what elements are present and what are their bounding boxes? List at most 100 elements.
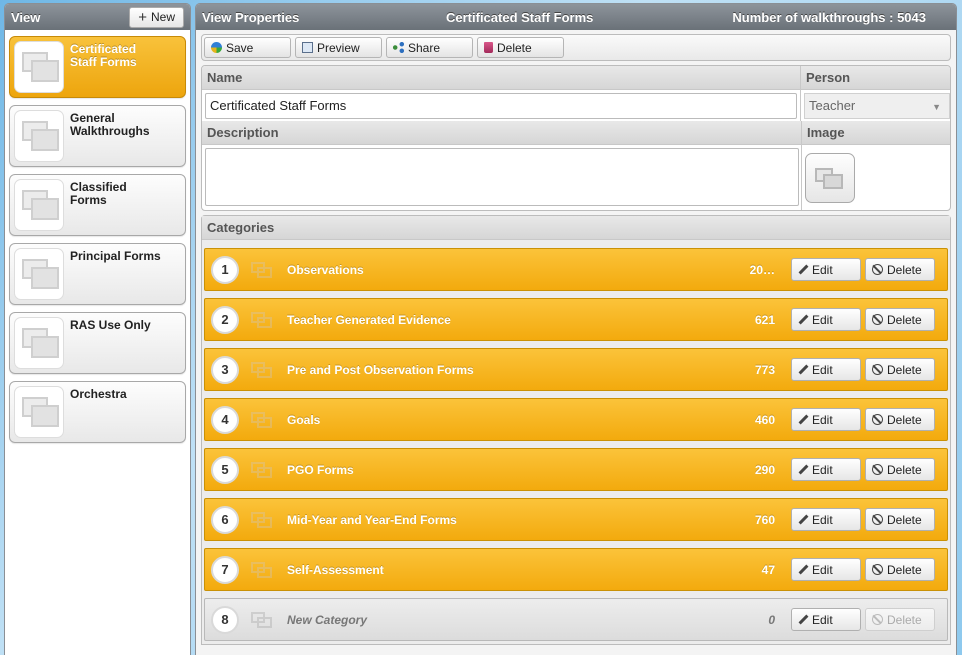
toolbar: Save Preview Share Delete — [201, 34, 951, 61]
edit-category-button[interactable]: Edit — [791, 308, 861, 331]
person-select[interactable]: Teacher ▼ — [804, 92, 950, 119]
categories-section: Categories 1 Observations 20… Edit Delete 2 Te… — [201, 215, 951, 645]
view-item[interactable]: Classified Forms — [9, 174, 186, 236]
ban-icon — [872, 464, 883, 475]
trash-icon — [484, 42, 493, 53]
category-name: Observations — [287, 262, 364, 277]
pencil-icon — [798, 415, 808, 425]
delete-category-button[interactable]: Delete — [865, 358, 935, 381]
edit-category-button[interactable]: Edit — [791, 508, 861, 531]
edit-label: Edit — [812, 362, 833, 377]
category-number: 3 — [211, 355, 239, 384]
edit-label: Edit — [812, 262, 833, 277]
category-name: Mid-Year and Year-End Forms — [287, 512, 457, 527]
save-icon — [211, 42, 222, 53]
windows-icon — [251, 361, 273, 378]
pencil-icon — [798, 315, 808, 325]
delete-view-button[interactable]: Delete — [477, 37, 564, 58]
delete-label: Delete — [887, 362, 922, 377]
description-field[interactable] — [205, 148, 799, 206]
view-item[interactable]: RAS Use Only — [9, 312, 186, 374]
windows-icon — [251, 511, 273, 528]
delete-label: Delete — [887, 262, 922, 277]
pencil-icon — [798, 265, 808, 275]
view-list: Certificated Staff Forms General Walkthro… — [5, 30, 190, 456]
view-panel-title: View — [11, 9, 41, 25]
edit-category-button[interactable]: Edit — [791, 408, 861, 431]
category-number: 4 — [211, 405, 239, 434]
category-row: 3 Pre and Post Observation Forms 773 Edit De… — [204, 348, 948, 391]
view-thumbnail-icon — [14, 179, 64, 231]
category-count: 760 — [754, 512, 775, 527]
view-item-label: General Walkthroughs — [70, 111, 150, 138]
name-field[interactable] — [205, 92, 797, 119]
image-picker-button[interactable] — [805, 152, 855, 203]
edit-label: Edit — [812, 612, 833, 627]
delete-category-button[interactable]: Delete — [865, 408, 935, 431]
category-count: 47 — [761, 562, 775, 577]
edit-category-button[interactable]: Edit — [791, 558, 861, 581]
preview-button[interactable]: Preview — [295, 37, 382, 58]
delete-label: Delete — [887, 312, 922, 327]
share-button[interactable]: Share — [386, 37, 473, 58]
view-thumbnail-icon — [14, 248, 64, 300]
category-number: 5 — [211, 455, 239, 484]
view-item[interactable]: General Walkthroughs — [9, 105, 186, 167]
view-item-label: Principal Forms — [70, 249, 161, 263]
pencil-icon — [798, 365, 808, 375]
category-count: 20… — [749, 262, 775, 277]
pencil-icon — [798, 565, 808, 575]
view-item[interactable]: Certificated Staff Forms — [9, 36, 186, 98]
ban-icon — [872, 264, 883, 275]
delete-category-button[interactable]: Delete — [865, 308, 935, 331]
category-row: 4 Goals 460 Edit Delete — [204, 398, 948, 441]
edit-category-button[interactable]: Edit — [791, 258, 861, 281]
delete-category-button[interactable]: Delete — [865, 558, 935, 581]
delete-category-button[interactable]: Delete — [865, 508, 935, 531]
windows-icon — [251, 411, 273, 428]
pencil-icon — [798, 615, 808, 625]
windows-icon-back — [823, 173, 843, 189]
save-button[interactable]: Save — [204, 37, 291, 58]
view-item[interactable]: Principal Forms — [9, 243, 186, 305]
category-count: 773 — [754, 362, 775, 377]
pencil-icon — [798, 515, 808, 525]
windows-icon — [251, 311, 273, 328]
ban-icon — [872, 564, 883, 575]
delete-category-button[interactable]: Delete — [865, 258, 935, 281]
ban-icon — [872, 414, 883, 425]
category-name: Goals — [287, 412, 321, 427]
view-panel-header: View + New — [5, 4, 190, 30]
windows-icon — [251, 461, 273, 478]
new-view-button[interactable]: + New — [129, 6, 184, 28]
share-label: Share — [408, 40, 441, 55]
share-icon — [393, 42, 404, 53]
edit-category-button[interactable]: Edit — [791, 358, 861, 381]
edit-label: Edit — [812, 462, 833, 477]
delete-category-button[interactable]: Delete — [865, 458, 935, 481]
view-thumbnail-icon — [14, 386, 64, 438]
category-name: New Category — [287, 612, 368, 627]
edit-category-button[interactable]: Edit — [791, 458, 861, 481]
category-name: PGO Forms — [287, 462, 354, 477]
save-label: Save — [226, 40, 254, 55]
category-number: 2 — [211, 305, 239, 334]
view-item[interactable]: Orchestra — [9, 381, 186, 443]
person-value: Teacher — [809, 98, 856, 113]
delete-view-label: Delete — [497, 40, 532, 55]
plus-icon: + — [138, 8, 147, 26]
edit-category-button[interactable]: Edit — [791, 608, 861, 631]
delete-label: Delete — [887, 512, 922, 527]
windows-icon-back — [31, 405, 59, 427]
view-properties-header: View Properties Certificated Staff Forms… — [196, 4, 956, 30]
windows-icon — [251, 261, 273, 278]
categories-header: Categories — [202, 216, 950, 240]
category-row: 1 Observations 20… Edit Delete — [204, 248, 948, 291]
description-header: Description — [202, 121, 801, 145]
category-name: Pre and Post Observation Forms — [287, 362, 474, 377]
properties-form: Name Person Teacher ▼ Description — [201, 65, 951, 211]
edit-label: Edit — [812, 412, 833, 427]
category-row: 5 PGO Forms 290 Edit Delete — [204, 448, 948, 491]
category-row: 8 New Category 0 Edit Delete — [204, 598, 948, 641]
delete-category-button: Delete — [865, 608, 935, 631]
